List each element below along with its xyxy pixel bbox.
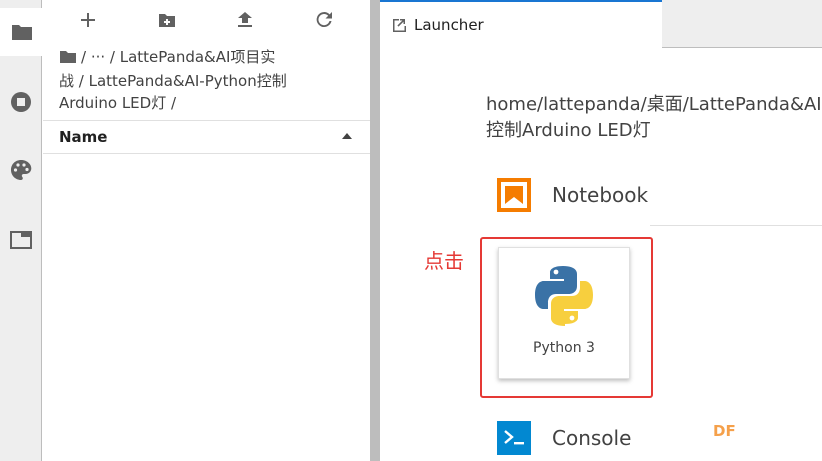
breadcrumb-line-2[interactable]: 战 / LattePanda&AI-Python控制 [59,70,359,92]
breadcrumb: / ··· / LattePanda&AI项目实 战 / LattePanda&… [59,46,359,114]
console-section-label: Console [552,426,632,450]
breadcrumb-line-1[interactable]: / ··· / LattePanda&AI项目实 [81,48,275,66]
console-section-header: Console [496,418,822,458]
python-logo-icon [533,264,595,330]
annotation-text: 点击 [424,249,464,273]
file-browser-panel: / ··· / LattePanda&AI项目实 战 / LattePanda&… [43,0,370,461]
notebook-section-label: Notebook [552,183,649,207]
plus-icon [81,13,95,27]
launcher-path-line-1: home/lattepanda/桌面/LattePanda&AI [486,94,822,115]
launcher-cwd-path: home/lattepanda/桌面/LattePanda&AI 控制Ardui… [486,92,822,144]
watermark-logo: DF [713,422,736,440]
refresh-button[interactable] [311,8,337,32]
console-icon [497,421,531,455]
refresh-icon [316,12,332,28]
panel-splitter[interactable] [370,0,380,461]
palette-icon [11,160,32,180]
tab-launcher[interactable]: Launcher [380,0,662,48]
tab-launcher-label: Launcher [414,16,484,34]
new-folder-icon [159,13,175,27]
breadcrumb-line-3[interactable]: Arduino LED灯 / [59,92,359,114]
tab-bar: Launcher [380,0,822,48]
activity-bar [0,0,43,461]
file-browser-toolbar [43,0,370,40]
section-divider [650,225,822,226]
launcher-path-line-2: 控制Arduino LED灯 [486,120,651,141]
running-sessions-tab[interactable] [0,78,42,126]
upload-icon [238,12,252,27]
folder-icon [11,25,32,40]
stop-circle-icon [11,92,31,112]
python3-kernel-card[interactable]: Python 3 [498,247,630,379]
home-folder-icon[interactable] [59,48,77,70]
name-column-header[interactable]: Name [43,120,370,154]
tabs-tab[interactable] [0,216,42,264]
tab-icon [10,231,32,249]
new-launcher-button[interactable] [75,8,101,32]
notebook-section-header: Notebook [496,175,822,215]
new-folder-button[interactable] [154,8,180,32]
notebook-icon [497,178,531,212]
launcher-icon [392,18,406,32]
kernel-card-label: Python 3 [533,340,595,356]
sort-ascending-icon [342,133,352,139]
file-browser-tab[interactable] [0,8,43,56]
theme-tab[interactable] [0,146,42,194]
name-column-label: Name [59,128,108,146]
upload-button[interactable] [232,8,258,32]
